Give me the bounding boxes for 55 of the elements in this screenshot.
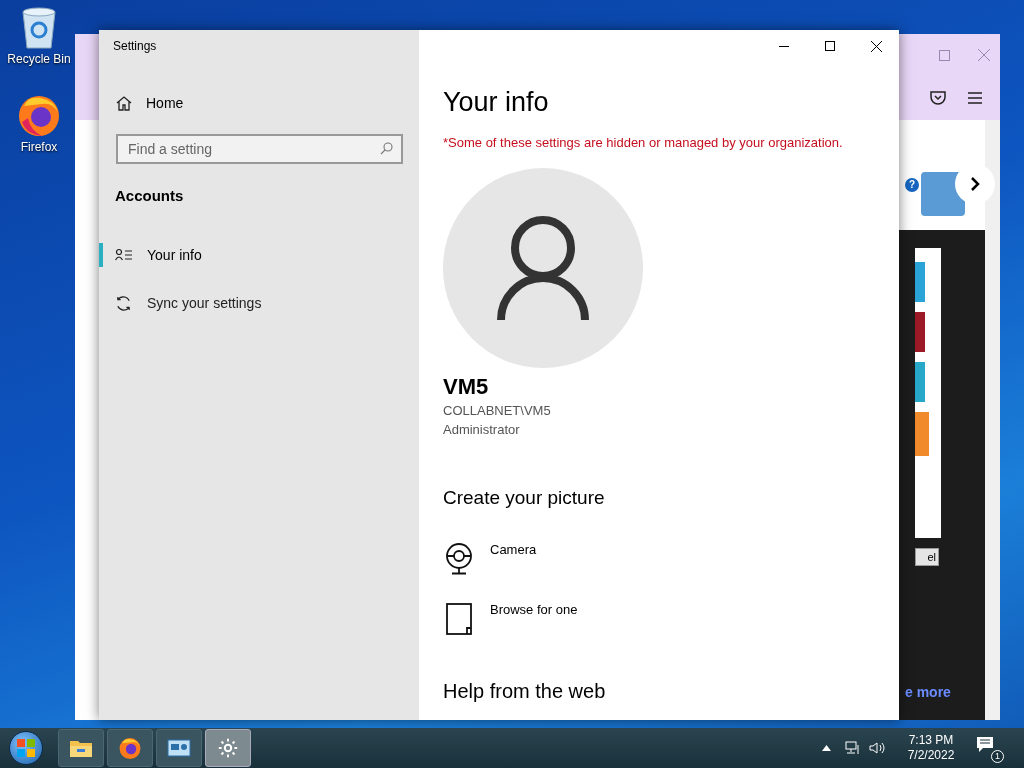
tablet-icon	[446, 603, 472, 635]
start-button[interactable]	[9, 731, 43, 765]
taskbar-button[interactable]	[58, 729, 104, 767]
network-icon[interactable]	[845, 741, 861, 755]
window-title: Settings	[113, 38, 158, 54]
recycle-bin-icon	[19, 6, 59, 50]
desktop-icon-label[interactable]: Recycle Bin	[7, 52, 71, 66]
menu-icon[interactable]	[968, 92, 982, 104]
dialog-button[interactable]: el	[915, 548, 939, 566]
webcam-icon	[444, 543, 474, 575]
person-icon	[497, 216, 589, 320]
managed-notice: *Some of these settings are hidden or managed by your organization.	[443, 134, 844, 152]
help-badge: ?	[905, 178, 919, 192]
thumbnail	[921, 172, 965, 216]
monitor-panel-icon	[167, 738, 191, 758]
user-name: VM5	[443, 373, 490, 401]
section-heading: Help from the web	[443, 679, 607, 704]
notification-count: 1	[991, 750, 1004, 763]
page-title: Your info	[443, 86, 550, 119]
picture-option[interactable]: Browse for one	[443, 601, 899, 635]
show-hidden-icons[interactable]	[822, 745, 831, 751]
taskbar-button[interactable]	[107, 729, 153, 767]
thumbnail	[915, 312, 925, 352]
desktop-icon-label[interactable]: Firefox	[20, 140, 58, 154]
section-heading: Create your picture	[443, 486, 606, 510]
message-icon	[976, 736, 994, 754]
close-icon	[870, 40, 882, 52]
search-icon	[380, 142, 393, 155]
home-icon	[116, 95, 132, 111]
clock[interactable]: 7:13 PM 7/2/2022	[900, 733, 962, 763]
sync-icon	[115, 294, 132, 312]
taskbar-button[interactable]	[205, 729, 251, 767]
nav-item[interactable]: Sync your settings	[99, 283, 419, 323]
minimize-icon	[779, 45, 789, 47]
section-heading: Accounts	[115, 186, 185, 206]
thumbnail	[915, 262, 925, 302]
thumbnail	[915, 362, 925, 402]
firefox-logo-icon	[118, 736, 142, 760]
thumbnail	[915, 412, 929, 456]
taskbar-button[interactable]	[156, 729, 202, 767]
folder-icon	[69, 738, 93, 758]
maximize-icon	[825, 41, 835, 51]
notification-center-button[interactable]: 1	[974, 733, 1004, 763]
nav-item[interactable]: Your info	[99, 235, 419, 275]
account-role: Administrator	[443, 421, 521, 439]
pocket-icon[interactable]	[930, 91, 946, 105]
speaker-icon[interactable]	[869, 741, 886, 755]
home-nav-item[interactable]: Home	[99, 83, 419, 123]
person-list-icon	[115, 248, 133, 262]
account-name: COLLABNET\VM5	[443, 402, 552, 420]
windows-logo-icon	[17, 739, 35, 757]
chevron-right-icon	[970, 176, 980, 192]
settings-icon	[217, 737, 239, 759]
picture-option[interactable]: Camera	[443, 541, 899, 575]
search-field[interactable]: Find a setting	[116, 134, 403, 164]
